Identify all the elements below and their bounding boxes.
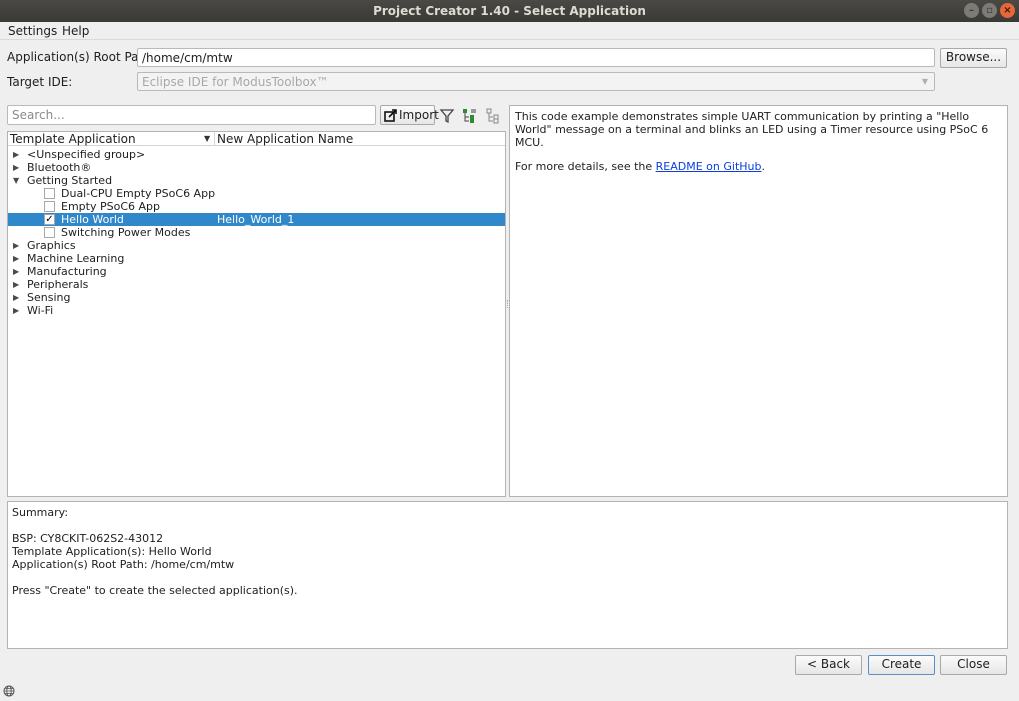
summary-bsp: BSP: CY8CKIT-062S2-43012 <box>12 532 164 545</box>
expand-arrow-icon: ▶ <box>13 163 20 172</box>
browse-button[interactable]: Browse... <box>940 48 1007 68</box>
import-button[interactable]: Import <box>380 105 439 125</box>
expand-arrow-icon: ▶ <box>13 150 20 159</box>
expand-all-icon[interactable] <box>462 108 478 124</box>
summary-panel: Summary: BSP: CY8CKIT-062S2-43012 Templa… <box>7 501 1008 649</box>
expand-arrow-icon: ▶ <box>13 267 20 276</box>
template-tree: Template Application ▼ New Application N… <box>7 131 506 497</box>
tree-item-selected[interactable]: ✓ Hello World Hello_World_1 <box>8 213 505 226</box>
close-window-icon[interactable]: × <box>1000 3 1015 18</box>
group-label: Wi-Fi <box>27 304 54 317</box>
summary-instruction: Press "Create" to create the selected ap… <box>12 584 298 597</box>
group-label: <Unspecified group> <box>27 148 146 161</box>
title-bar: Project Creator 1.40 - Select Applicatio… <box>0 0 1019 22</box>
group-label: Machine Learning <box>27 252 125 265</box>
summary-root-path: Application(s) Root Path: /home/cm/mtw <box>12 558 235 571</box>
summary-heading: Summary: <box>12 506 69 519</box>
group-label: Graphics <box>27 239 76 252</box>
group-label: Peripherals <box>27 278 89 291</box>
chevron-down-icon: ▼ <box>921 77 928 86</box>
tree-group-expanded[interactable]: ▼ Getting Started <box>8 174 505 187</box>
tree-group[interactable]: ▶ Manufacturing <box>8 265 505 278</box>
item-checkbox[interactable] <box>44 201 55 212</box>
import-label: Import <box>399 108 439 122</box>
item-label: Switching Power Modes <box>61 226 191 239</box>
group-label: Bluetooth® <box>27 161 92 174</box>
readme-link[interactable]: README on GitHub <box>656 160 762 173</box>
item-checkbox[interactable] <box>44 188 55 199</box>
tree-group[interactable]: ▶ Bluetooth® <box>8 161 505 174</box>
expand-arrow-icon: ▶ <box>13 293 20 302</box>
new-application-name[interactable]: Hello_World_1 <box>217 213 294 226</box>
menu-settings[interactable]: Settings <box>8 24 57 38</box>
maximize-icon[interactable]: ▫ <box>982 3 997 18</box>
details-suffix: . <box>761 160 765 173</box>
expand-arrow-icon: ▶ <box>13 280 20 289</box>
tree-item[interactable]: Empty PSoC6 App <box>8 200 505 213</box>
tree-header: Template Application ▼ New Application N… <box>8 132 505 146</box>
minimize-icon[interactable]: – <box>964 3 979 18</box>
item-checkbox[interactable] <box>44 227 55 238</box>
search-input[interactable]: Search... <box>7 105 376 125</box>
expand-arrow-icon: ▶ <box>13 254 20 263</box>
description-panel: This code example demonstrates simple UA… <box>509 105 1008 497</box>
splitter-handle[interactable] <box>507 300 508 308</box>
description-details: For more details, see the README on GitH… <box>515 160 1002 173</box>
root-path-input[interactable]: /home/cm/mtw <box>137 48 935 67</box>
tree-group[interactable]: ▶ Graphics <box>8 239 505 252</box>
group-label: Getting Started <box>27 174 113 187</box>
globe-icon[interactable] <box>3 685 15 697</box>
column-new-application-name[interactable]: New Application Name <box>217 132 353 146</box>
sort-chevron-icon: ▼ <box>204 134 211 143</box>
item-label: Empty PSoC6 App <box>61 200 160 213</box>
expand-arrow-icon: ▶ <box>13 306 20 315</box>
description-text: This code example demonstrates simple UA… <box>515 110 989 149</box>
create-button[interactable]: Create <box>868 655 935 675</box>
column-template-application[interactable]: Template Application <box>10 132 136 146</box>
filter-icon[interactable] <box>439 108 455 124</box>
tree-group[interactable]: ▶ Sensing <box>8 291 505 304</box>
item-label: Hello World <box>61 213 124 226</box>
group-label: Manufacturing <box>27 265 107 278</box>
collapse-all-icon[interactable] <box>486 108 502 124</box>
menu-bar: Settings Help <box>0 22 1019 40</box>
tree-group[interactable]: ▶ Peripherals <box>8 278 505 291</box>
target-ide-value: Eclipse IDE for ModusToolbox™ <box>142 75 329 89</box>
expand-arrow-icon: ▶ <box>13 241 20 250</box>
close-button[interactable]: Close <box>940 655 1007 675</box>
window-title: Project Creator 1.40 - Select Applicatio… <box>373 4 646 18</box>
tree-item[interactable]: Switching Power Modes <box>8 226 505 239</box>
collapse-arrow-icon: ▼ <box>13 176 20 185</box>
tree-group[interactable]: ▶ <Unspecified group> <box>8 148 505 161</box>
target-ide-label: Target IDE: <box>7 75 73 89</box>
group-label: Sensing <box>27 291 71 304</box>
window-controls: – ▫ × <box>964 3 1015 18</box>
import-icon <box>384 109 397 122</box>
menu-help[interactable]: Help <box>62 24 89 38</box>
item-checkbox-checked[interactable]: ✓ <box>44 214 55 225</box>
item-label: Dual-CPU Empty PSoC6 App <box>61 187 216 200</box>
summary-templates: Template Application(s): Hello World <box>12 545 212 558</box>
target-ide-select: Eclipse IDE for ModusToolbox™ ▼ <box>137 72 935 91</box>
root-path-label: Application(s) Root Path: <box>7 50 155 64</box>
tree-group[interactable]: ▶ Machine Learning <box>8 252 505 265</box>
tree-group[interactable]: ▶ Wi-Fi <box>8 304 505 317</box>
tree-item[interactable]: Dual-CPU Empty PSoC6 App <box>8 187 505 200</box>
column-divider <box>214 132 215 146</box>
details-prefix: For more details, see the <box>515 160 656 173</box>
back-button[interactable]: < Back <box>795 655 862 675</box>
